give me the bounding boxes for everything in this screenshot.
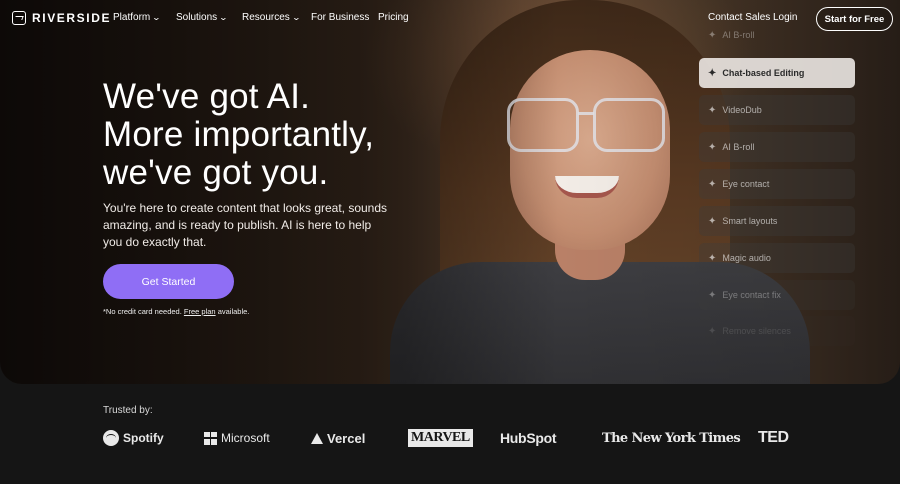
feature-chat-based-editing[interactable]: ✦ Chat-based Editing: [699, 58, 855, 88]
brand-name: RIVERSIDE: [32, 11, 112, 25]
headline-line-3: we've got you.: [103, 153, 329, 192]
feature-ai-broll[interactable]: ✦ AI B-roll: [699, 132, 855, 162]
contact-sales-link[interactable]: Contact Sales: [708, 12, 770, 23]
hubspot-logo: HubSpot: [500, 430, 557, 446]
spotify-icon: [103, 430, 119, 446]
nav-label: Platform: [113, 12, 151, 23]
feature-eye-contact[interactable]: ✦ Eye contact: [699, 169, 855, 199]
microsoft-icon: [204, 431, 217, 445]
nav-label: Solutions: [176, 12, 218, 23]
note-suffix: available.: [217, 307, 250, 316]
nav-label: For Business: [311, 12, 370, 23]
headline-line-2: More importantly,: [103, 115, 375, 154]
riverside-logo-icon: [12, 11, 26, 25]
sparkle-icon: ✦: [708, 141, 717, 153]
nav-pricing[interactable]: Pricing: [378, 12, 409, 23]
vercel-triangle-icon: [311, 432, 323, 444]
feature-label: Remove silences: [722, 326, 791, 336]
chevron-down-icon: ⌄: [291, 13, 301, 22]
feature-magic-audio[interactable]: ✦ Magic audio: [699, 243, 855, 273]
feature-label: AI B-roll: [722, 142, 755, 152]
chevron-down-icon: ⌄: [151, 13, 162, 22]
hero-headline: We've got AI. More importantly, we've go…: [103, 78, 433, 192]
logo-text: Vercel: [327, 430, 366, 446]
login-link[interactable]: Login: [773, 12, 797, 23]
feature-label: VideoDub: [722, 105, 762, 115]
sparkle-icon: ✦: [708, 67, 717, 79]
feature-label: Eye contact: [722, 179, 770, 189]
hero-section: We've got AI. More importantly, we've go…: [0, 0, 900, 384]
chevron-down-icon: ⌄: [218, 13, 229, 22]
sparkle-icon: ✦: [708, 215, 717, 227]
nav-solutions[interactable]: Solutions ⌄: [176, 12, 229, 23]
nav-for-business[interactable]: For Business: [311, 12, 369, 23]
feature-remove-silences[interactable]: ✦ Remove silences: [699, 316, 855, 346]
sparkle-icon: ✦: [708, 289, 717, 301]
nav-label: Pricing: [378, 12, 409, 23]
riverside-logo[interactable]: RIVERSIDE: [12, 11, 111, 25]
sparkle-icon: ✦: [708, 178, 717, 190]
note-prefix: *No credit card needed.: [103, 307, 182, 316]
logo-text: Microsoft: [221, 431, 270, 445]
ted-logo: TED: [758, 429, 789, 446]
feature-smart-layouts[interactable]: ✦ Smart layouts: [699, 206, 855, 236]
feature-label: Smart layouts: [722, 216, 778, 226]
feature-videodub[interactable]: ✦ VideoDub: [699, 95, 855, 125]
no-credit-card-note: *No credit card needed. Free plan availa…: [103, 307, 249, 316]
nav-label: Resources: [242, 12, 290, 23]
feature-label: Magic audio: [722, 253, 771, 263]
feature-label: Chat-based Editing: [722, 68, 805, 78]
nytimes-logo: The New York Times: [602, 430, 741, 446]
spotify-logo: Spotify: [103, 428, 164, 448]
get-started-button[interactable]: Get Started: [103, 264, 234, 299]
top-navigation: RIVERSIDE Platform ⌄ Solutions ⌄ Resources…: [0, 0, 900, 38]
sparkle-icon: ✦: [708, 252, 717, 264]
free-plan-link[interactable]: Free plan: [184, 307, 216, 316]
feature-eye-contact-fix[interactable]: ✦ Eye contact fix: [699, 280, 855, 310]
nav-resources[interactable]: Resources ⌄: [242, 12, 301, 23]
trusted-by-label: Trusted by:: [103, 405, 153, 416]
start-for-free-button[interactable]: Start for Free: [816, 7, 893, 31]
vercel-logo: Vercel: [311, 428, 365, 448]
logo-text: Spotify: [123, 431, 164, 445]
sparkle-icon: ✦: [708, 325, 717, 337]
microsoft-logo: Microsoft: [204, 428, 270, 448]
sparkle-icon: ✦: [708, 104, 717, 116]
feature-label: Eye contact fix: [722, 290, 781, 300]
hero-subtext: You're here to create content that looks…: [103, 201, 388, 249]
marvel-logo: MARVEL: [408, 429, 473, 447]
nav-platform[interactable]: Platform ⌄: [113, 12, 162, 23]
headline-line-1: We've got AI.: [103, 77, 311, 116]
